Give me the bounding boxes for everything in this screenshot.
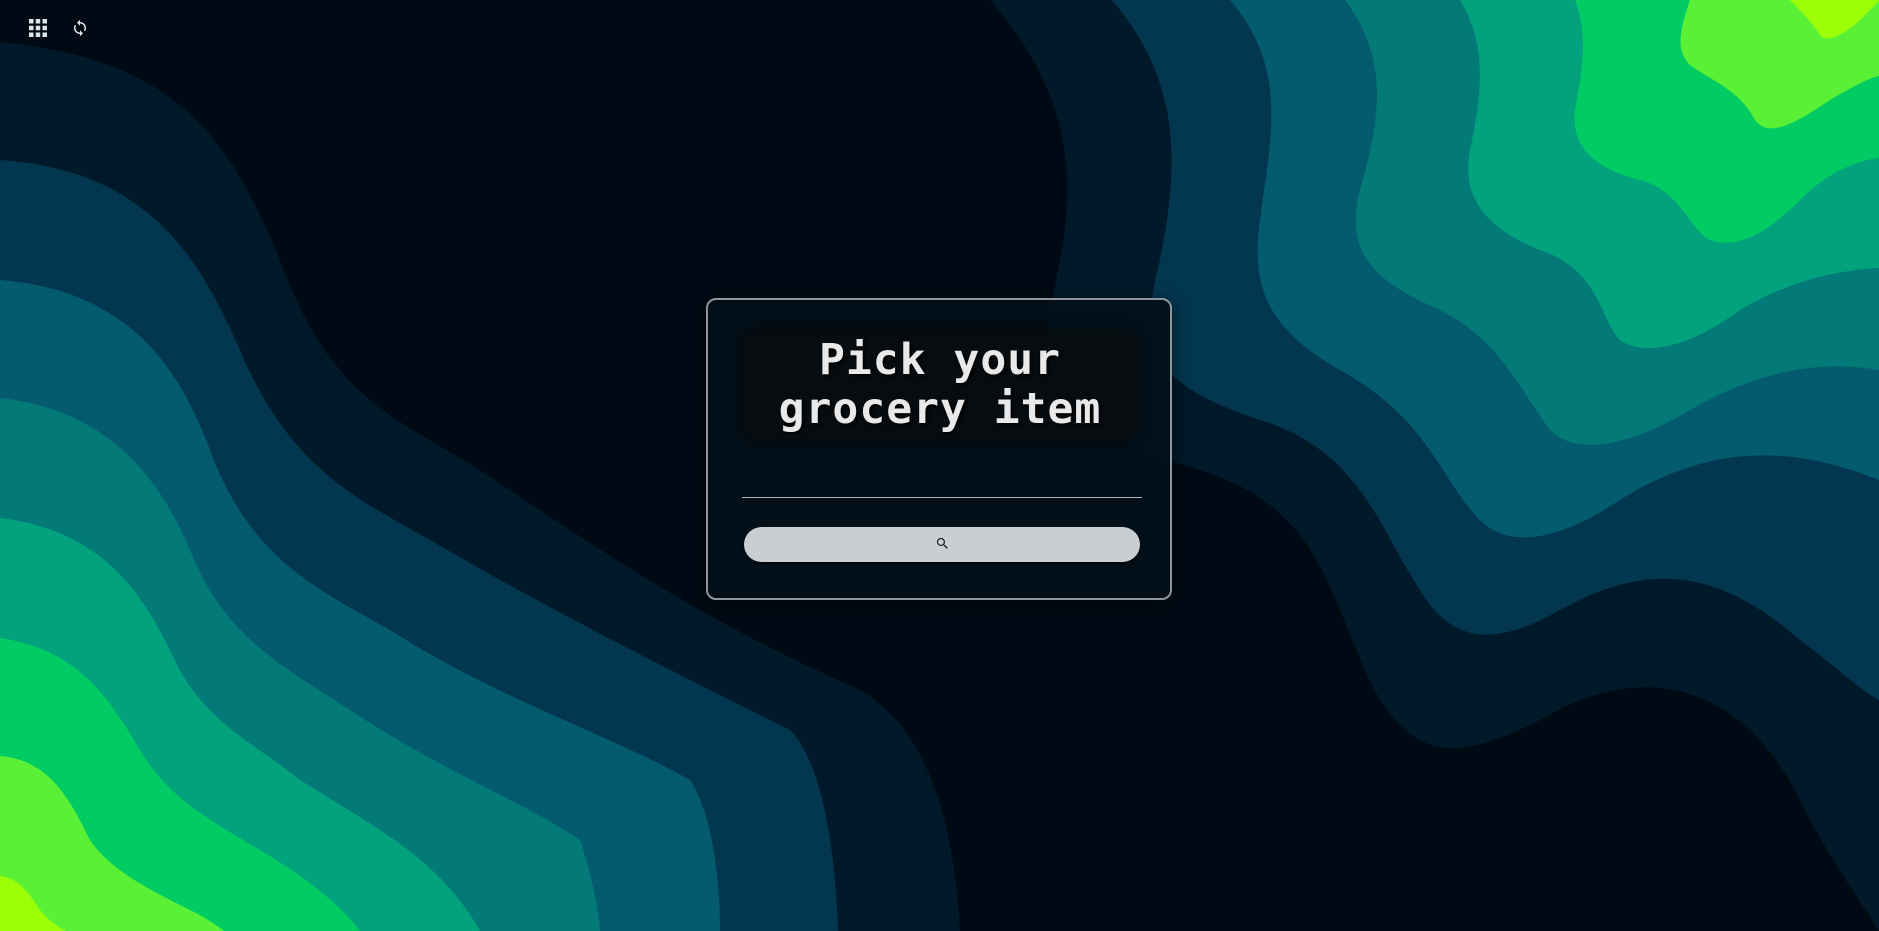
- page-title: Pick your grocery item: [778, 335, 1102, 434]
- grocery-search-card: Pick your grocery item: [706, 298, 1172, 600]
- top-toolbar: [26, 16, 92, 40]
- search-input[interactable]: [742, 460, 1142, 498]
- refresh-icon[interactable]: [68, 16, 92, 40]
- search-icon: [935, 536, 950, 554]
- page: Pick your grocery item: [0, 0, 1879, 931]
- title-panel: Pick your grocery item: [742, 331, 1138, 439]
- search-button[interactable]: [744, 527, 1140, 562]
- grid-icon[interactable]: [26, 16, 50, 40]
